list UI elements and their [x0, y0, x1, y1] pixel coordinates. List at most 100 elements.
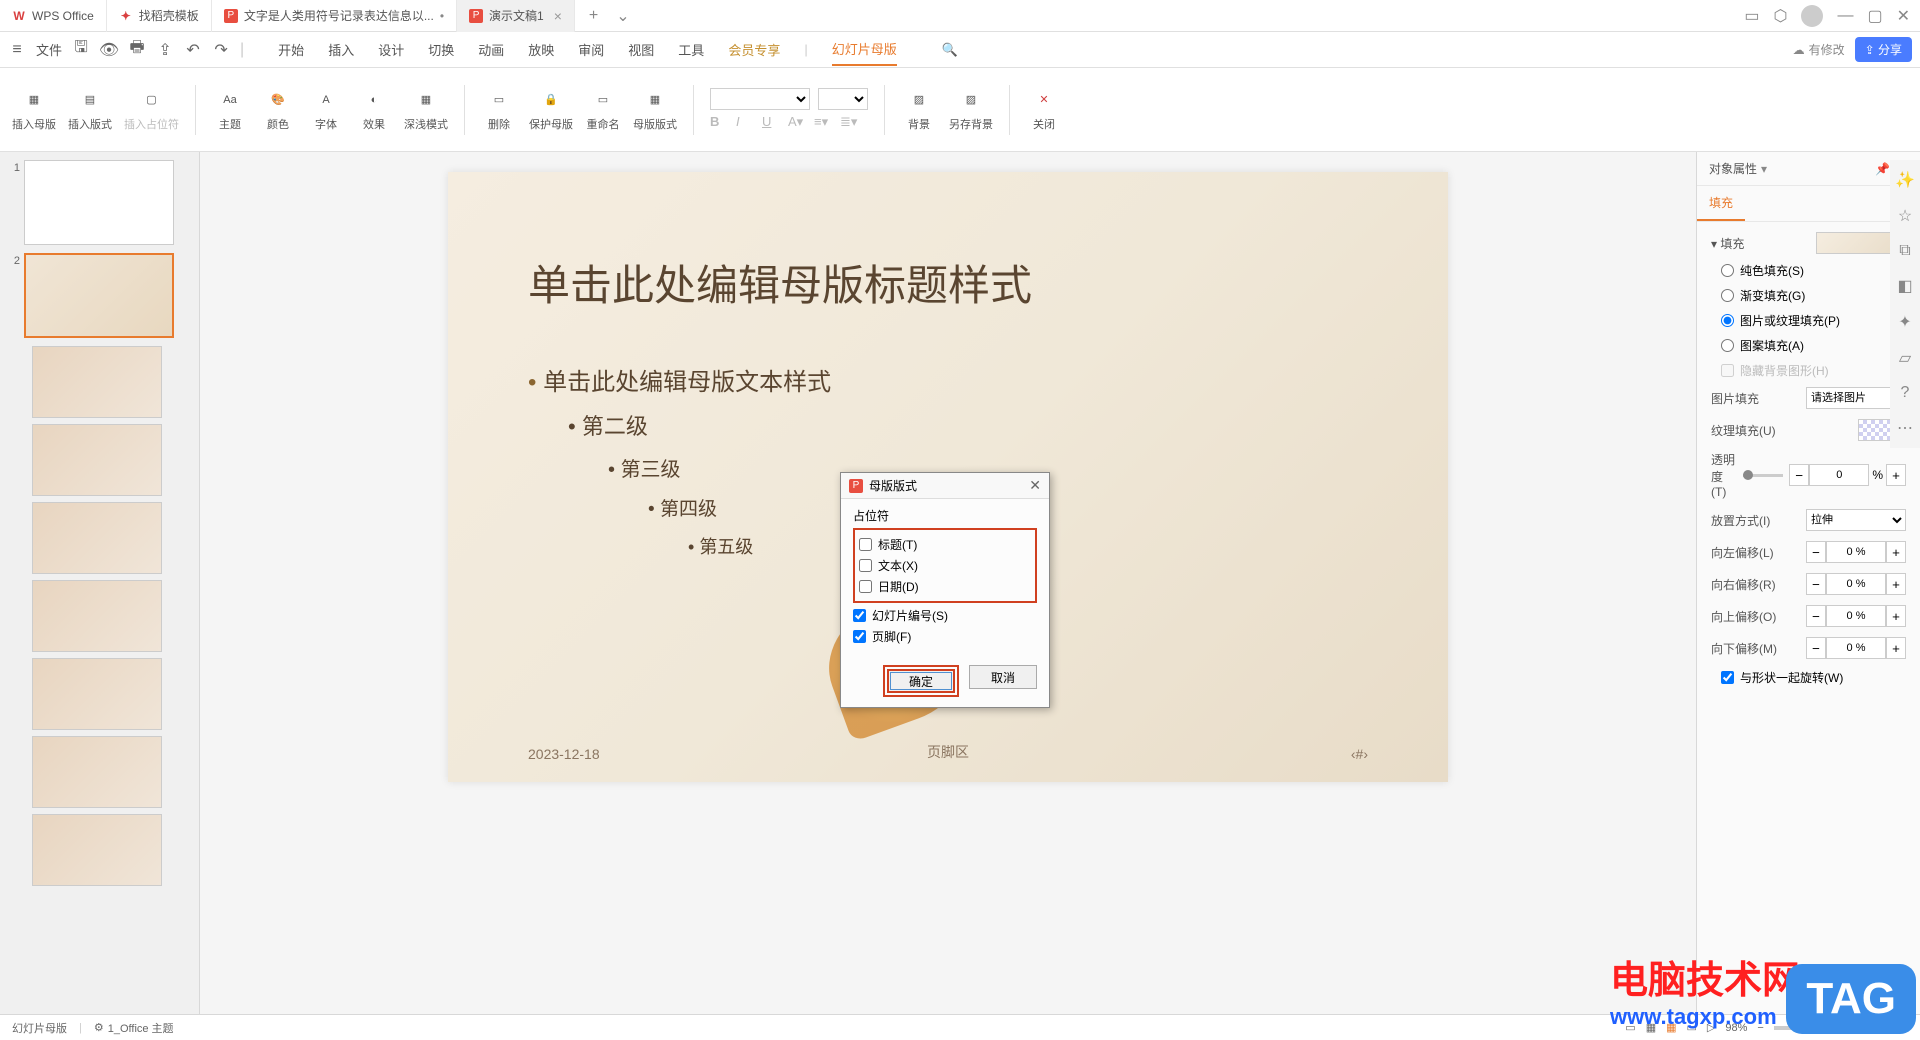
dialog-titlebar[interactable]: P 母版版式 ✕ [841, 473, 1049, 499]
master-title-placeholder[interactable]: 单击此处编辑母版标题样式 [528, 252, 1032, 313]
minimize-button[interactable]: — [1837, 7, 1853, 25]
menu-tab-animation[interactable]: 动画 [478, 34, 504, 65]
thumbnail-master-1[interactable]: 1 [4, 160, 195, 245]
search-icon[interactable]: 🔍 [941, 41, 959, 59]
print-preview-icon[interactable]: 👁 [100, 41, 118, 59]
tab-wps-home[interactable]: W WPS Office [0, 0, 107, 32]
font-size-select[interactable] [818, 88, 868, 110]
view-sorter-icon[interactable]: ▦ [1666, 1021, 1676, 1034]
thumbnail-layout[interactable] [32, 502, 195, 574]
export-icon[interactable]: ⇪ [156, 41, 174, 59]
thumbnail-layout[interactable] [32, 424, 195, 496]
slider-track[interactable] [1743, 474, 1783, 477]
notes-icon[interactable]: ▭ [1625, 1021, 1635, 1034]
cloud-status[interactable]: ☁ 有修改 [1793, 41, 1845, 58]
thumbnail-layout[interactable] [32, 658, 195, 730]
file-menu[interactable]: 文件 [36, 40, 62, 59]
delete-button[interactable]: ▭删除 [481, 88, 517, 132]
footer-placeholder[interactable]: 页脚区 [927, 742, 969, 762]
menu-tab-vip[interactable]: 会员专享 [728, 34, 780, 65]
opacity-input[interactable] [1809, 464, 1869, 486]
close-button[interactable]: ✕ [1897, 6, 1910, 26]
bold-button[interactable]: B [710, 114, 728, 132]
effect-button[interactable]: ◐效果 [356, 88, 392, 132]
font-color-button[interactable]: A▾ [788, 114, 806, 132]
redo-icon[interactable]: ↷ [212, 41, 230, 59]
thumbnail-master-2[interactable]: 2 [4, 253, 195, 338]
palette-icon[interactable]: ◧ [1897, 276, 1912, 296]
menu-tab-transition[interactable]: 切换 [428, 34, 454, 65]
checkbox[interactable] [853, 630, 866, 643]
view-normal-icon[interactable]: ▦ [1646, 1021, 1656, 1034]
italic-button[interactable]: I [736, 114, 754, 132]
bullets-button[interactable]: ≡▾ [814, 114, 832, 132]
thumbnail-layout[interactable] [32, 736, 195, 808]
rename-button[interactable]: ▭重命名 [585, 88, 621, 132]
check-footer[interactable]: 页脚(F) [853, 626, 1037, 647]
menu-tab-tools[interactable]: 工具 [678, 34, 704, 65]
checkbox[interactable] [859, 580, 872, 593]
tab-doc-1[interactable]: P 文字是人类用符号记录表达信息以... • [212, 0, 457, 32]
props-tab-fill[interactable]: 填充 [1697, 186, 1745, 221]
slideshow-icon[interactable]: ▷ [1707, 1021, 1715, 1034]
master-body-placeholder[interactable]: 单击此处编辑母版文本样式 第二级 第三级 第四级 第五级 [528, 362, 831, 571]
share-button[interactable]: ⇪ 分享 [1855, 37, 1912, 62]
zoom-value[interactable]: 98% [1725, 1022, 1747, 1034]
protect-button[interactable]: 🔒保护母版 [529, 88, 573, 132]
check-date[interactable]: 日期(D) [859, 576, 1031, 597]
check-rotate-with-shape[interactable]: 与形状一起旋转(W) [1721, 669, 1906, 686]
tab-doc-2[interactable]: P 演示文稿1 × [457, 0, 575, 32]
star-icon[interactable]: ☆ [1898, 206, 1912, 226]
print-icon[interactable]: 🖶 [128, 41, 146, 59]
menu-tab-slideshow[interactable]: 放映 [528, 34, 554, 65]
check-slidenum[interactable]: 幻灯片编号(S) [853, 605, 1037, 626]
opacity-stepper[interactable]: −%+ [1789, 464, 1906, 486]
insert-master-button[interactable]: ▦插入母版 [12, 88, 56, 132]
radio-gradient-fill[interactable]: 渐变填充(G) [1721, 287, 1906, 304]
offset-bottom-stepper[interactable]: −+ [1806, 637, 1906, 659]
app-icon-2[interactable]: ⬡ [1774, 6, 1788, 26]
shape-icon[interactable]: ▱ [1899, 348, 1911, 368]
ok-button[interactable]: 确定 [887, 669, 955, 693]
radio-solid-fill[interactable]: 纯色填充(S) [1721, 262, 1906, 279]
depth-button[interactable]: ▦深浅模式 [404, 88, 448, 132]
more-icon[interactable]: ⋯ [1897, 418, 1913, 438]
menu-tab-slidemaster[interactable]: 幻灯片母版 [832, 33, 897, 66]
offset-top-stepper[interactable]: −+ [1806, 605, 1906, 627]
hamburger-icon[interactable]: ≡ [8, 41, 26, 59]
thumbnail-layout[interactable] [32, 580, 195, 652]
pin-icon[interactable]: 📌 [1875, 162, 1890, 176]
offset-left-stepper[interactable]: −+ [1806, 541, 1906, 563]
chevron-down-icon[interactable]: ▾ [1761, 162, 1767, 176]
checkbox[interactable] [853, 609, 866, 622]
color-button[interactable]: 🎨颜色 [260, 88, 296, 132]
status-theme-name[interactable]: 1_Office 主题 [108, 1020, 174, 1036]
date-placeholder[interactable]: 2023-12-18 [528, 746, 600, 762]
insert-layout-button[interactable]: ▤插入版式 [68, 88, 112, 132]
menu-tab-view[interactable]: 视图 [628, 34, 654, 65]
dialog-close-button[interactable]: ✕ [1029, 477, 1041, 494]
underline-button[interactable]: U [762, 114, 780, 132]
zoom-out-button[interactable]: − [1757, 1022, 1763, 1034]
tile-select[interactable]: 拉伸 [1806, 509, 1906, 531]
font-button[interactable]: A字体 [308, 88, 344, 132]
new-tab-button[interactable]: + [575, 7, 612, 25]
view-reading-icon[interactable]: ▭ [1687, 1021, 1697, 1034]
slide-canvas[interactable]: 单击此处编辑母版标题样式 单击此处编辑母版文本样式 第二级 第三级 第四级 第五… [200, 152, 1696, 1014]
plus-button[interactable]: + [1886, 464, 1906, 486]
thumbnail-layout[interactable] [32, 814, 195, 886]
radio-picture-fill[interactable]: 图片或纹理填充(P) [1721, 312, 1906, 329]
close-master-button[interactable]: ✕关闭 [1026, 88, 1062, 132]
checkbox[interactable] [859, 559, 872, 572]
magic-icon[interactable]: ✦ [1898, 312, 1911, 332]
master-layout-button[interactable]: ▦母版版式 [633, 88, 677, 132]
help-icon[interactable]: ? [1901, 384, 1910, 402]
thumbnail-layout[interactable] [32, 346, 195, 418]
menu-tab-insert[interactable]: 插入 [328, 34, 354, 65]
layers-icon[interactable]: ⧉ [1899, 242, 1910, 260]
tab-close-icon[interactable]: × [554, 8, 562, 24]
cancel-button[interactable]: 取消 [969, 665, 1037, 689]
checkbox[interactable] [859, 538, 872, 551]
tab-menu-icon[interactable]: ⌄ [616, 6, 629, 26]
save-background-button[interactable]: ▨另存背景 [949, 88, 993, 132]
